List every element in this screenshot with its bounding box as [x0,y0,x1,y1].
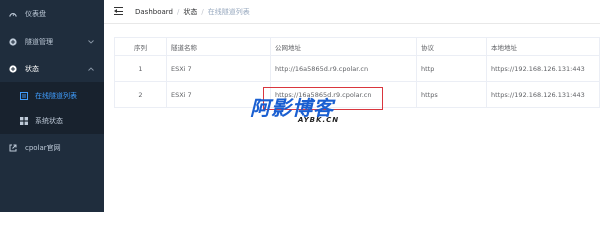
watermark: 阿影博客 AYBK.CN [250,92,400,132]
chevron-up-icon [88,66,94,73]
grid-icon [20,117,28,125]
sidebar-item-label: 仪表盘 [25,10,46,18]
sidebar: 仪表盘 隧道管理 状态 在线隧道列表 系统状态 cpolar官网 [0,0,104,212]
list-icon [20,92,28,100]
top-navbar: Dashboard / 状态 / 在线隧道列表 [104,0,600,24]
table-header-row: 序列 隧道名称 公网地址 协议 本地地址 [114,37,600,56]
plus-circle-icon [9,65,17,73]
cell-index: 2 [114,81,167,108]
sidebar-item-label: 在线隧道列表 [35,92,77,100]
speedometer-icon [9,10,17,18]
breadcrumb-item-dashboard[interactable]: Dashboard [135,8,173,16]
column-header-protocol: 协议 [416,37,487,56]
sidebar-item-tunnel-management[interactable]: 隧道管理 [0,29,104,55]
sidebar-item-label: 状态 [25,65,39,73]
sidebar-item-system-status[interactable]: 系统状态 [0,108,104,134]
sidebar-item-label: 隧道管理 [25,38,53,46]
sidebar-item-cpolar-website[interactable]: cpolar官网 [0,135,104,161]
sidebar-item-label: 系统状态 [35,117,63,125]
cell-index: 1 [114,55,167,82]
column-header-public-url: 公网地址 [270,37,417,56]
hamburger-icon[interactable] [114,7,123,15]
cell-tunnel-name: ESXi 7 [166,55,271,82]
cell-local-address: https://192.168.126.131:443 [486,81,600,108]
breadcrumb-separator: / [201,8,204,16]
cell-local-address: https://192.168.126.131:443 [486,55,600,82]
sidebar-item-label: cpolar官网 [25,144,61,152]
breadcrumb: Dashboard / 状态 / 在线隧道列表 [135,7,250,17]
sidebar-item-status[interactable]: 状态 [0,56,104,82]
breadcrumb-item-status: 状态 [183,8,198,16]
breadcrumb-item-current: 在线隧道列表 [207,8,250,16]
cell-protocol: http [416,55,487,82]
external-link-icon [9,144,17,152]
column-header-index: 序列 [114,37,167,56]
plus-circle-icon [9,38,17,46]
cell-protocol: https [416,81,487,108]
column-header-tunnel-name: 隧道名称 [166,37,271,56]
watermark-domain: AYBK.CN [298,116,340,124]
sidebar-item-dashboard[interactable]: 仪表盘 [0,1,104,27]
chevron-down-icon [88,39,94,46]
breadcrumb-separator: / [176,8,180,16]
sidebar-item-online-tunnels[interactable]: 在线隧道列表 [0,83,104,109]
column-header-local-address: 本地地址 [486,37,600,56]
table-row: 1 ESXi 7 http://16a5865d.r9.cpolar.cn ht… [114,55,600,82]
cell-public-url[interactable]: http://16a5865d.r9.cpolar.cn [270,55,417,82]
